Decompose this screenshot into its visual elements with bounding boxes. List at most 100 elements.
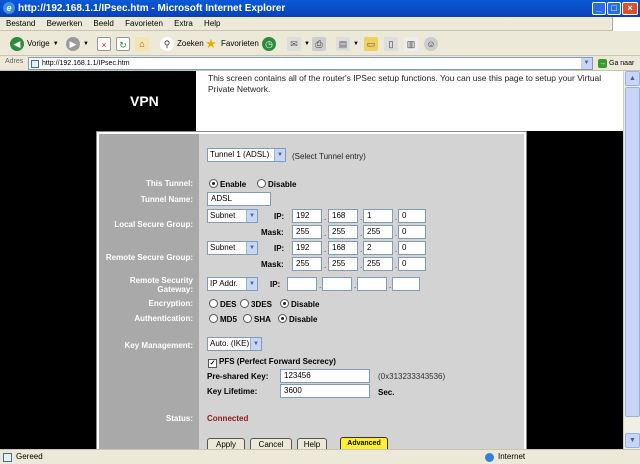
stop-button[interactable]: × bbox=[97, 36, 111, 52]
key-management-select[interactable]: Auto. (IKE) ▼ bbox=[207, 337, 262, 351]
chevron-down-icon: ▼ bbox=[304, 41, 310, 47]
local-ip-octet-2[interactable]: 168 bbox=[328, 209, 358, 223]
local-mask-octet-2[interactable]: 255 bbox=[328, 225, 358, 239]
key-mgmt-value: Auto. (IKE) bbox=[210, 339, 250, 348]
search-button[interactable]: ⚲ Zoeken bbox=[160, 36, 204, 52]
local-group-type-select[interactable]: Subnet ▼ bbox=[207, 209, 258, 223]
auth-sha-label: SHA bbox=[254, 315, 271, 324]
tunnel-select[interactable]: Tunnel 1 (ADSL) ▼ bbox=[207, 148, 286, 162]
forward-button[interactable]: ▶ ▼ bbox=[66, 36, 89, 52]
scrollbar-thumb[interactable] bbox=[625, 87, 640, 417]
maximize-button[interactable]: □ bbox=[607, 2, 621, 15]
menu-beeld[interactable]: Beeld bbox=[93, 19, 113, 28]
edit-button[interactable]: ▤ ▼ bbox=[336, 36, 359, 52]
refresh-button[interactable]: ↻ bbox=[116, 36, 130, 52]
home-button[interactable]: ⌂ bbox=[135, 36, 149, 52]
remote-ip-octet-2[interactable]: 168 bbox=[328, 241, 358, 255]
gateway-ip-label: IP: bbox=[270, 280, 281, 289]
psk-input[interactable]: 123456 bbox=[280, 369, 370, 383]
scroll-down-icon[interactable]: ▼ bbox=[625, 433, 640, 448]
refresh-icon: ↻ bbox=[116, 37, 130, 51]
this-tunnel-label: This Tunnel: bbox=[146, 179, 193, 188]
menu-extra[interactable]: Extra bbox=[174, 19, 193, 28]
lifetime-unit: Sec. bbox=[378, 388, 395, 397]
vertical-scrollbar[interactable]: ▲ ▼ bbox=[623, 71, 640, 449]
print-button[interactable]: ⎙ bbox=[312, 36, 326, 52]
window-title: http://192.168.1.1/IPsec.htm - Microsoft… bbox=[18, 3, 286, 14]
dot-separator: . bbox=[395, 213, 398, 222]
lifetime-input[interactable]: 3600 bbox=[280, 384, 370, 398]
gateway-ip-octet-4[interactable] bbox=[392, 277, 420, 291]
gateway-ip-octet-3[interactable] bbox=[357, 277, 387, 291]
dot-separator: . bbox=[395, 261, 398, 270]
go-button[interactable]: → Ga naar bbox=[598, 57, 634, 70]
back-arrow-icon: ◀ bbox=[10, 37, 24, 51]
history-button[interactable]: ◷ bbox=[262, 36, 276, 52]
radio-unchecked-icon bbox=[257, 179, 266, 188]
address-bar: Adres http://192.168.1.1/IPsec.htm ▼ → G… bbox=[0, 56, 640, 71]
star-icon: ★ bbox=[205, 36, 217, 51]
gateway-type-select[interactable]: IP Addr. ▼ bbox=[207, 277, 258, 291]
enc-disable-label: Disable bbox=[291, 300, 320, 309]
mail-button[interactable]: ✉ ▼ bbox=[287, 36, 310, 52]
pfs-label: PFS (Perfect Forward Secrecy) bbox=[219, 357, 336, 366]
auth-sha-radio[interactable]: SHA bbox=[243, 314, 271, 325]
research-button[interactable]: ▥ bbox=[404, 36, 418, 52]
gateway-ip-octet-2[interactable] bbox=[322, 277, 352, 291]
local-mask-octet-3[interactable]: 255 bbox=[363, 225, 393, 239]
menu-bar: Bestand Bewerken Beeld Favorieten Extra … bbox=[0, 17, 640, 31]
remote-mask-octet-3[interactable]: 255 bbox=[363, 257, 393, 271]
enc-des-label: DES bbox=[220, 300, 237, 309]
stop-icon: × bbox=[97, 37, 111, 51]
encryption-3des-radio[interactable]: 3DES bbox=[240, 299, 272, 310]
people-button[interactable]: ☺ bbox=[424, 36, 438, 52]
enable-radio[interactable]: Enable bbox=[209, 179, 246, 190]
chevron-down-icon: ▼ bbox=[246, 278, 257, 290]
radio-checked-icon bbox=[209, 179, 218, 188]
local-ip-octet-1[interactable]: 192 bbox=[292, 209, 322, 223]
enc-3des-label: 3DES bbox=[251, 300, 272, 309]
minimize-button[interactable]: _ bbox=[592, 2, 606, 15]
remote-mask-octet-1[interactable]: 255 bbox=[292, 257, 322, 271]
discuss-button[interactable]: ▭ bbox=[364, 36, 378, 52]
remote-ip-octet-3[interactable]: 2 bbox=[363, 241, 393, 255]
remote-ip-octet-1[interactable]: 192 bbox=[292, 241, 322, 255]
close-button[interactable]: × bbox=[622, 2, 638, 15]
encryption-disable-radio[interactable]: Disable bbox=[280, 299, 319, 310]
chevron-down-icon[interactable]: ▼ bbox=[581, 58, 592, 69]
menu-bewerken[interactable]: Bewerken bbox=[47, 19, 83, 28]
dot-separator: . bbox=[324, 213, 327, 222]
local-ip-octet-3[interactable]: 1 bbox=[363, 209, 393, 223]
pfs-checkbox[interactable]: ✓ PFS (Perfect Forward Secrecy) bbox=[208, 357, 336, 368]
remote-secure-group-label: Remote Secure Group: bbox=[105, 253, 193, 262]
tunnel-name-input[interactable]: ADSL bbox=[207, 192, 271, 206]
status-bar: Gereed Internet bbox=[0, 449, 640, 464]
toolbar: ◀ Vorige ▼ ▶ ▼ × ↻ ⌂ ⚲ Zoeken ★ Favoriet… bbox=[0, 31, 640, 56]
favorites-button[interactable]: ★ Favorieten bbox=[204, 36, 259, 52]
address-input[interactable]: http://192.168.1.1/IPsec.htm ▼ bbox=[28, 57, 593, 70]
remote-ip-octet-4[interactable]: 0 bbox=[398, 241, 426, 255]
auth-disable-radio[interactable]: Disable bbox=[278, 314, 317, 325]
remote-type-value: Subnet bbox=[210, 243, 236, 252]
remote-mask-octet-2[interactable]: 255 bbox=[328, 257, 358, 271]
menu-help[interactable]: Help bbox=[204, 19, 220, 28]
remote-group-type-select[interactable]: Subnet ▼ bbox=[207, 241, 258, 255]
menu-favorieten[interactable]: Favorieten bbox=[125, 19, 163, 28]
local-mask-octet-4[interactable]: 0 bbox=[398, 225, 426, 239]
encryption-des-radio[interactable]: DES bbox=[209, 299, 236, 310]
local-mask-octet-1[interactable]: 255 bbox=[292, 225, 322, 239]
gateway-ip-octet-1[interactable] bbox=[287, 277, 317, 291]
remote-mask-octet-4[interactable]: 0 bbox=[398, 257, 426, 271]
menu-bestand[interactable]: Bestand bbox=[6, 19, 35, 28]
chevron-down-icon: ▼ bbox=[83, 41, 89, 47]
scroll-up-icon[interactable]: ▲ bbox=[625, 71, 640, 86]
advanced-button[interactable]: Advanced bbox=[340, 437, 388, 449]
messenger-button[interactable]: ▯ bbox=[384, 36, 398, 52]
psk-hex: (0x313233343536) bbox=[378, 372, 446, 381]
back-button[interactable]: ◀ Vorige ▼ bbox=[10, 36, 59, 52]
auth-md5-radio[interactable]: MD5 bbox=[209, 314, 237, 325]
remote-mask-label: Mask: bbox=[261, 260, 284, 269]
print-icon: ⎙ bbox=[312, 37, 326, 51]
local-ip-octet-4[interactable]: 0 bbox=[398, 209, 426, 223]
disable-radio[interactable]: Disable bbox=[257, 179, 296, 190]
